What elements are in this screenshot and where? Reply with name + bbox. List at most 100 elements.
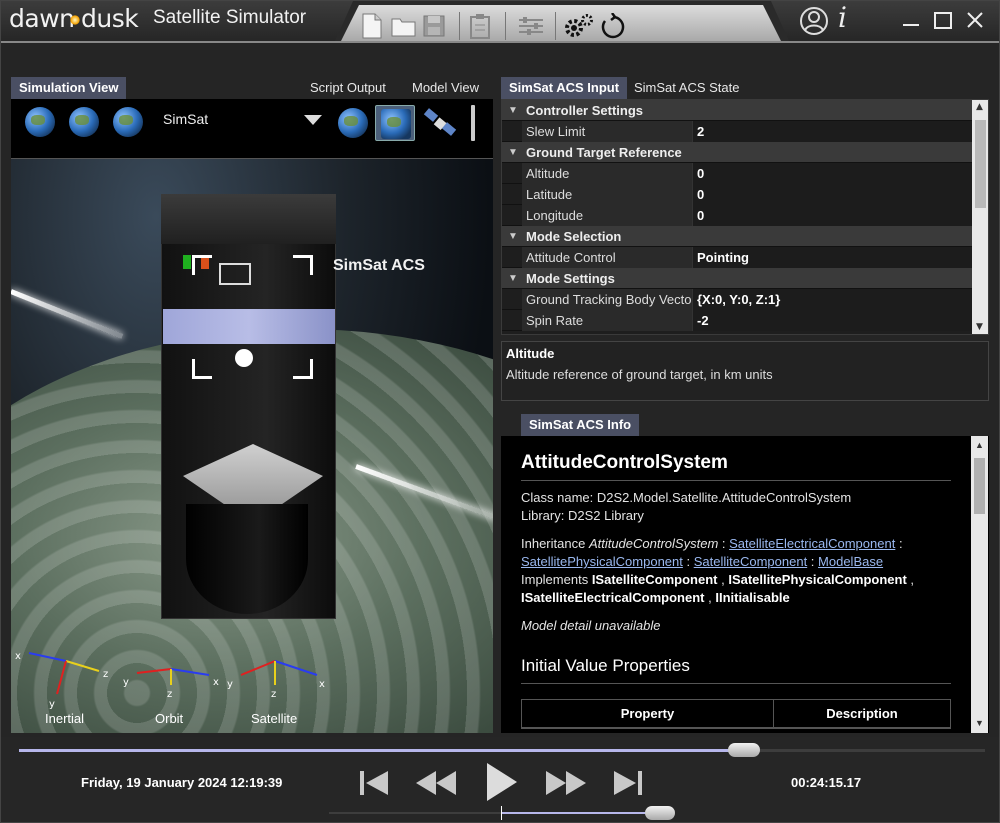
minimize-button[interactable] [897,5,925,35]
category-mode-selection[interactable]: ▼ Mode Selection [502,226,972,247]
scroll-down-icon[interactable]: ▼ [975,718,984,728]
open-folder-icon[interactable] [391,13,417,39]
link-model-base[interactable]: ModelBase [818,554,883,569]
property-value[interactable]: 2 [692,121,972,142]
category-controller-settings[interactable]: ▼ Controller Settings [502,100,972,121]
property-name: Longitude [522,205,692,226]
axis-label-inertial: Inertial [45,711,85,726]
minimize-icon [903,24,919,26]
earth-view-icon[interactable] [25,107,55,137]
earth-map-icon [338,108,368,138]
earth-satellite-icon[interactable] [69,107,99,137]
logo-dawn: dawn [9,4,75,33]
tab-acs-input[interactable]: SimSat ACS Input [501,77,628,99]
tab-script-output[interactable]: Script Output [302,77,394,99]
category-ground-target-reference[interactable]: ▼ Ground Target Reference [502,142,972,163]
skip-to-start-button[interactable] [356,763,392,803]
scroll-down-icon[interactable]: ▼ [976,322,983,332]
scroll-up-icon[interactable]: ▲ [975,440,984,450]
inheritance-line: Inheritance AttitudeControlSystem : Sate… [521,536,903,551]
speed-slider[interactable] [329,806,676,820]
save-icon[interactable] [423,13,445,39]
svg-text:x: x [15,651,21,662]
playback-bar: Friday, 19 January 2024 12:19:39 00:24:1… [1,737,999,822]
tab-model-view[interactable]: Model View [404,77,487,99]
property-value[interactable]: {X:0, Y:0, Z:1} [692,289,972,310]
property-row[interactable]: Altitude 0 [502,163,972,184]
chevron-down-icon[interactable] [304,115,322,125]
close-icon [967,12,983,28]
play-button[interactable] [481,759,521,805]
scroll-up-icon[interactable]: ▲ [976,102,983,112]
property-row[interactable]: Slew Limit 2 [502,121,972,142]
property-grid: ▼ Controller Settings Slew Limit 2 ▼ Ground… [501,99,989,335]
speed-thumb[interactable] [645,806,676,820]
object-select[interactable]: SimSat [163,111,208,127]
earth-map-button[interactable] [333,105,373,141]
property-row[interactable]: Ground Tracking Body Vector {X:0, Y:0, Z:… [502,289,972,310]
property-row[interactable]: Latitude 0 [502,184,972,205]
section-heading: Initial Value Properties [521,656,690,675]
timeline-thumb[interactable] [727,743,760,757]
orbit-axes-icon: y x z [123,668,219,700]
scroll-thumb[interactable] [975,120,986,208]
left-tab-strip: Simulation View Script Output Model View [11,77,495,99]
maximize-icon [934,12,952,29]
tab-acs-state[interactable]: SimSat ACS State [626,77,748,99]
property-name: Slew Limit [522,121,692,142]
orbit-view-button[interactable] [375,105,415,141]
scroll-thumb[interactable] [974,458,985,514]
satellite-label: SimSat ACS [333,257,425,274]
simulation-viewport[interactable]: SimSat ACS xzy yxz yxz Inertial Orbit Sa… [11,159,493,733]
implements-line-2: ISatelliteElectricalComponent , IInitial… [521,590,790,605]
property-row[interactable]: Longitude 0 [502,205,972,226]
logo-dusk: dusk [81,4,139,33]
property-value[interactable]: Pointing [692,247,972,268]
property-value[interactable]: 0 [692,205,972,226]
app-title: Satellite Simulator [153,7,307,28]
library-name: Library: D2S2 Library [521,508,644,523]
link-satellite-electrical-component[interactable]: SatelliteElectricalComponent [729,536,895,551]
category-mode-settings[interactable]: ▼ Mode Settings [502,268,972,289]
app-window: dawn dusk Satellite Simulator i Simulati… [0,0,1000,823]
property-value[interactable]: 0 [692,163,972,184]
property-row[interactable]: Attitude Control Pointing [502,247,972,268]
property-value[interactable]: 0 [692,184,972,205]
chevron-down-icon: ▼ [508,273,518,284]
model-detail-note: Model detail unavailable [521,618,661,633]
user-account-icon[interactable] [799,6,829,36]
fast-forward-button[interactable] [544,763,588,803]
timeline-slider[interactable] [19,743,985,757]
reset-icon[interactable] [599,13,627,39]
settings-gears-icon[interactable] [563,13,595,39]
sensor-beam [11,289,124,339]
orbit-map-icon [381,109,411,139]
clipboard-icon[interactable] [469,13,491,39]
info-scrollbar[interactable]: ▲ ▼ [971,436,988,733]
column-header-property: Property [522,700,774,728]
satellite-icon[interactable] [421,105,461,141]
property-row[interactable]: Spin Rate -2 [502,310,972,331]
property-value[interactable]: -2 [692,310,972,331]
property-name: Ground Tracking Body Vector [522,289,692,310]
svg-text:y: y [123,677,129,688]
maximize-button[interactable] [929,5,957,35]
simulation-toolbar: SimSat [11,99,493,159]
link-satellite-physical-component[interactable]: SatellitePhysicalComponent [521,554,683,569]
skip-to-end-button[interactable] [610,763,646,803]
link-satellite-component[interactable]: SatelliteComponent [694,554,807,569]
tab-simulation-view[interactable]: Simulation View [11,77,127,99]
inertial-axes-icon: x z y [15,651,108,709]
info-icon[interactable]: i [838,1,847,34]
globe-icon[interactable] [113,107,143,137]
chevron-down-icon: ▼ [508,231,518,242]
svg-text:x: x [319,679,325,690]
tab-acs-info[interactable]: SimSat ACS Info [521,414,640,436]
new-file-icon[interactable] [361,13,383,39]
class-heading: AttitudeControlSystem [521,452,728,473]
sliders-icon[interactable] [517,13,545,39]
rewind-button[interactable] [414,763,458,803]
property-grid-scrollbar[interactable]: ▲ ▼ [972,100,988,334]
close-button[interactable] [961,5,989,35]
description-text: Altitude reference of ground target, in … [506,367,773,382]
